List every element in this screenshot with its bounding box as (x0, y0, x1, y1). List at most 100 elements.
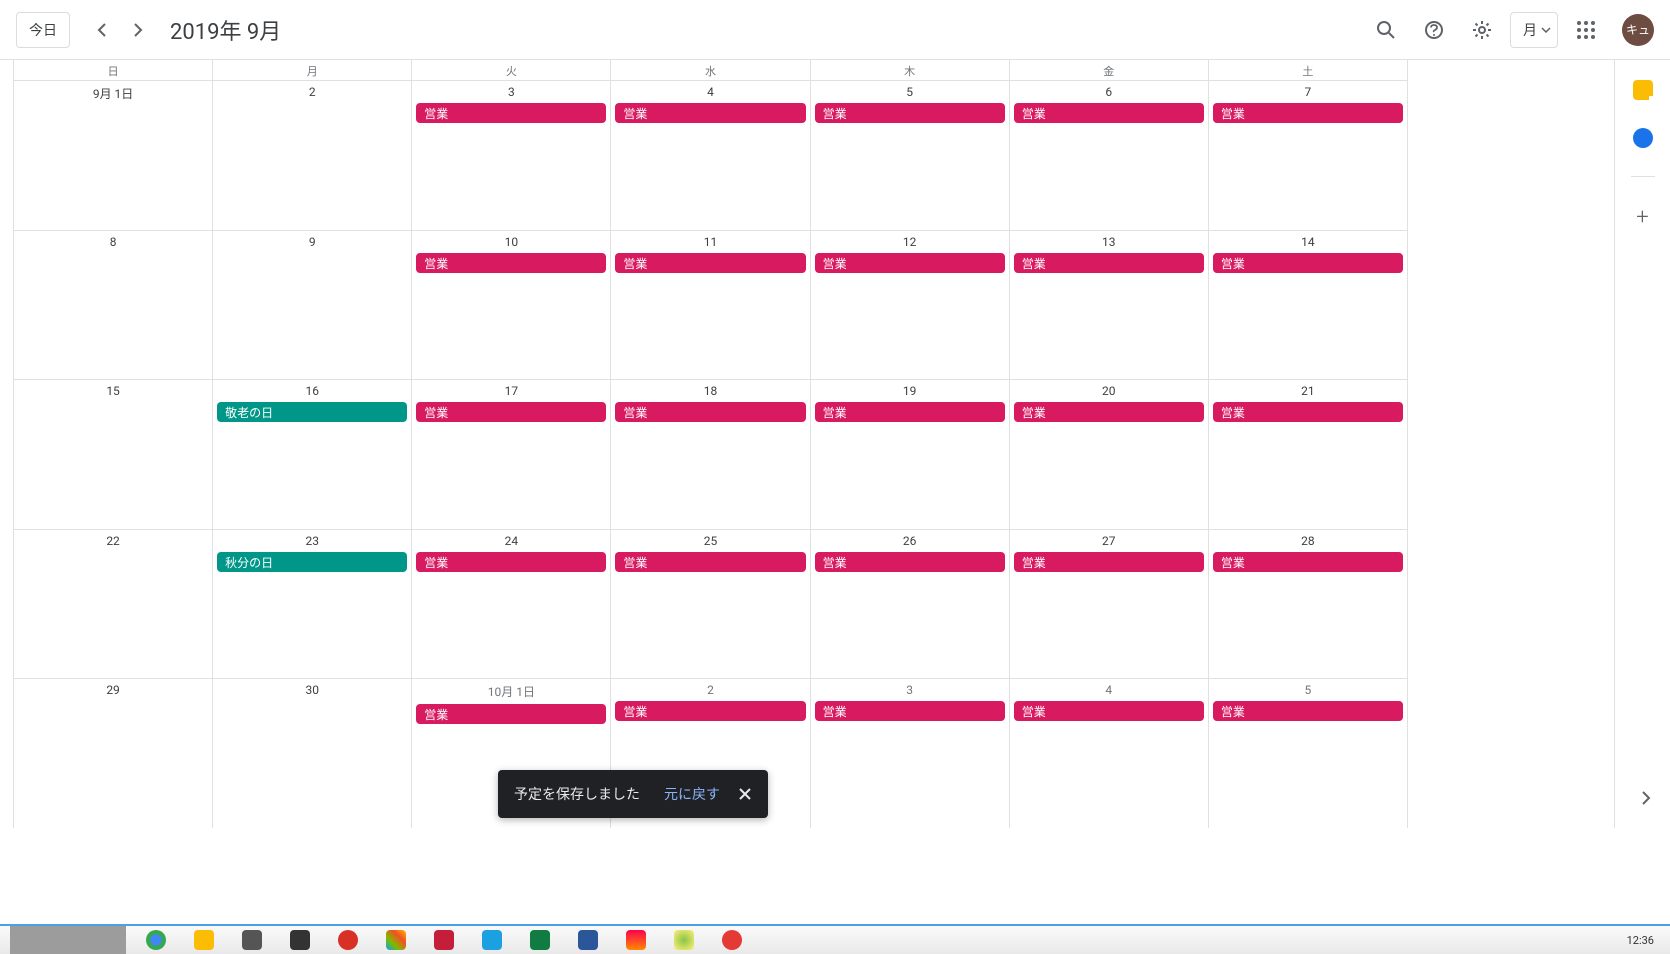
day-cell[interactable]: 28営業 (1209, 530, 1407, 679)
app-icon-7[interactable] (626, 930, 646, 950)
day-number[interactable]: 10月 1日 (412, 683, 610, 700)
day-cell[interactable]: 9月 1日 (14, 81, 213, 230)
day-cell[interactable]: 11営業 (611, 231, 810, 380)
day-number[interactable]: 23 (213, 534, 411, 548)
day-cell[interactable]: 12 営業 (811, 231, 1010, 380)
app-icon-6[interactable] (482, 930, 502, 950)
app-icon-2[interactable] (242, 930, 262, 950)
toast-close-button[interactable] (738, 787, 752, 801)
day-cell[interactable]: 7 営業 (1209, 81, 1407, 230)
business-event[interactable]: 営業 (1213, 701, 1403, 721)
tasks-icon[interactable] (1633, 128, 1653, 148)
day-number[interactable]: 12 (811, 235, 1009, 249)
help-button[interactable] (1414, 10, 1454, 50)
today-button[interactable]: 今日 (16, 12, 70, 48)
day-number[interactable]: 21 (1209, 384, 1407, 398)
business-event[interactable]: 営業 (1014, 103, 1204, 123)
prev-month-button[interactable] (86, 14, 118, 46)
day-number[interactable]: 16 (213, 384, 411, 398)
app-icon-5[interactable] (434, 930, 454, 950)
day-number[interactable]: 29 (14, 683, 212, 697)
day-cell[interactable]: 9 (213, 231, 412, 380)
toast-undo-button[interactable]: 元に戻す (664, 784, 720, 804)
day-cell[interactable]: 3 営業 (412, 81, 611, 230)
keep-icon[interactable] (1633, 80, 1653, 100)
app-icon-3[interactable] (290, 930, 310, 950)
day-cell[interactable]: 16 敬老の日 (213, 380, 412, 529)
word-icon[interactable] (578, 930, 598, 950)
chrome-icon[interactable] (146, 930, 166, 950)
day-number[interactable]: 22 (14, 534, 212, 548)
business-event[interactable]: 営業 (416, 103, 606, 123)
day-number[interactable]: 20 (1010, 384, 1208, 398)
day-number[interactable]: 10 (412, 235, 610, 249)
day-cell[interactable]: 22 (14, 530, 213, 679)
day-number[interactable]: 7 (1209, 85, 1407, 99)
day-cell[interactable]: 27営業 (1010, 530, 1209, 679)
day-cell[interactable]: 21営業 (1209, 380, 1407, 529)
view-select[interactable]: 月 (1510, 12, 1558, 48)
app-icon-8[interactable] (674, 930, 694, 950)
day-number[interactable]: 4 (1010, 683, 1208, 697)
business-event[interactable]: 営業 (1014, 253, 1204, 273)
os-taskbar[interactable]: 12:36 (0, 924, 1670, 954)
business-event[interactable]: 営業 (1213, 552, 1403, 572)
business-event[interactable]: 営業 (815, 253, 1005, 273)
add-addon-button[interactable]: + (1636, 205, 1648, 230)
day-number[interactable]: 6 (1010, 85, 1208, 99)
business-event[interactable]: 営業 (815, 552, 1005, 572)
side-panel-toggle[interactable] (1630, 782, 1662, 814)
day-number[interactable]: 18 (611, 384, 809, 398)
business-event[interactable]: 営業 (615, 103, 805, 123)
business-event[interactable]: 営業 (416, 552, 606, 572)
day-number[interactable]: 2 (213, 85, 411, 99)
search-button[interactable] (1366, 10, 1406, 50)
day-number[interactable]: 13 (1010, 235, 1208, 249)
day-cell[interactable]: 29 (14, 679, 213, 828)
day-cell[interactable]: 24 営業 (412, 530, 611, 679)
day-number[interactable]: 24 (412, 534, 610, 548)
day-cell[interactable]: 18営業 (611, 380, 810, 529)
day-number[interactable]: 15 (14, 384, 212, 398)
app-icon-4[interactable] (338, 930, 358, 950)
day-number[interactable]: 30 (213, 683, 411, 697)
day-cell[interactable]: 3営業 (811, 679, 1010, 828)
business-event[interactable]: 営業 (815, 701, 1005, 721)
day-cell[interactable]: 10営業 (412, 231, 611, 380)
day-number[interactable]: 5 (1209, 683, 1407, 697)
day-cell[interactable]: 5 営業 (1209, 679, 1407, 828)
taskbar-running-app[interactable] (10, 926, 126, 954)
app-icon-1[interactable] (194, 930, 214, 950)
business-event[interactable]: 営業 (615, 701, 805, 721)
day-cell[interactable]: 5 営業 (811, 81, 1010, 230)
day-number[interactable]: 2 (611, 683, 809, 697)
day-number[interactable]: 8 (14, 235, 212, 249)
taskbar-clock[interactable]: 12:36 (1627, 934, 1660, 947)
day-number[interactable]: 4 (611, 85, 809, 99)
day-cell[interactable]: 30 (213, 679, 412, 828)
day-cell[interactable]: 20営業 (1010, 380, 1209, 529)
business-event[interactable]: 営業 (416, 704, 606, 724)
next-month-button[interactable] (122, 14, 154, 46)
day-cell[interactable]: 17営業 (412, 380, 611, 529)
excel-icon[interactable] (530, 930, 550, 950)
day-number[interactable]: 5 (811, 85, 1009, 99)
day-cell[interactable]: 2 (213, 81, 412, 230)
day-number[interactable]: 3 (412, 85, 610, 99)
day-cell[interactable]: 26営業 (811, 530, 1010, 679)
business-event[interactable]: 営業 (1213, 103, 1403, 123)
holiday-event[interactable]: 敬老の日 (217, 402, 407, 422)
day-cell[interactable]: 14営業 (1209, 231, 1407, 380)
day-cell[interactable]: 8 (14, 231, 213, 380)
day-number[interactable]: 17 (412, 384, 610, 398)
day-cell[interactable]: 13 営業 (1010, 231, 1209, 380)
business-event[interactable]: 営業 (815, 402, 1005, 422)
business-event[interactable]: 営業 (1014, 701, 1204, 721)
day-number[interactable]: 25 (611, 534, 809, 548)
business-event[interactable]: 営業 (615, 552, 805, 572)
business-event[interactable]: 営業 (815, 103, 1005, 123)
day-number[interactable]: 14 (1209, 235, 1407, 249)
day-number[interactable]: 9 (213, 235, 411, 249)
holiday-event[interactable]: 秋分の日 (217, 552, 407, 572)
day-cell[interactable]: 4 営業 (1010, 679, 1209, 828)
